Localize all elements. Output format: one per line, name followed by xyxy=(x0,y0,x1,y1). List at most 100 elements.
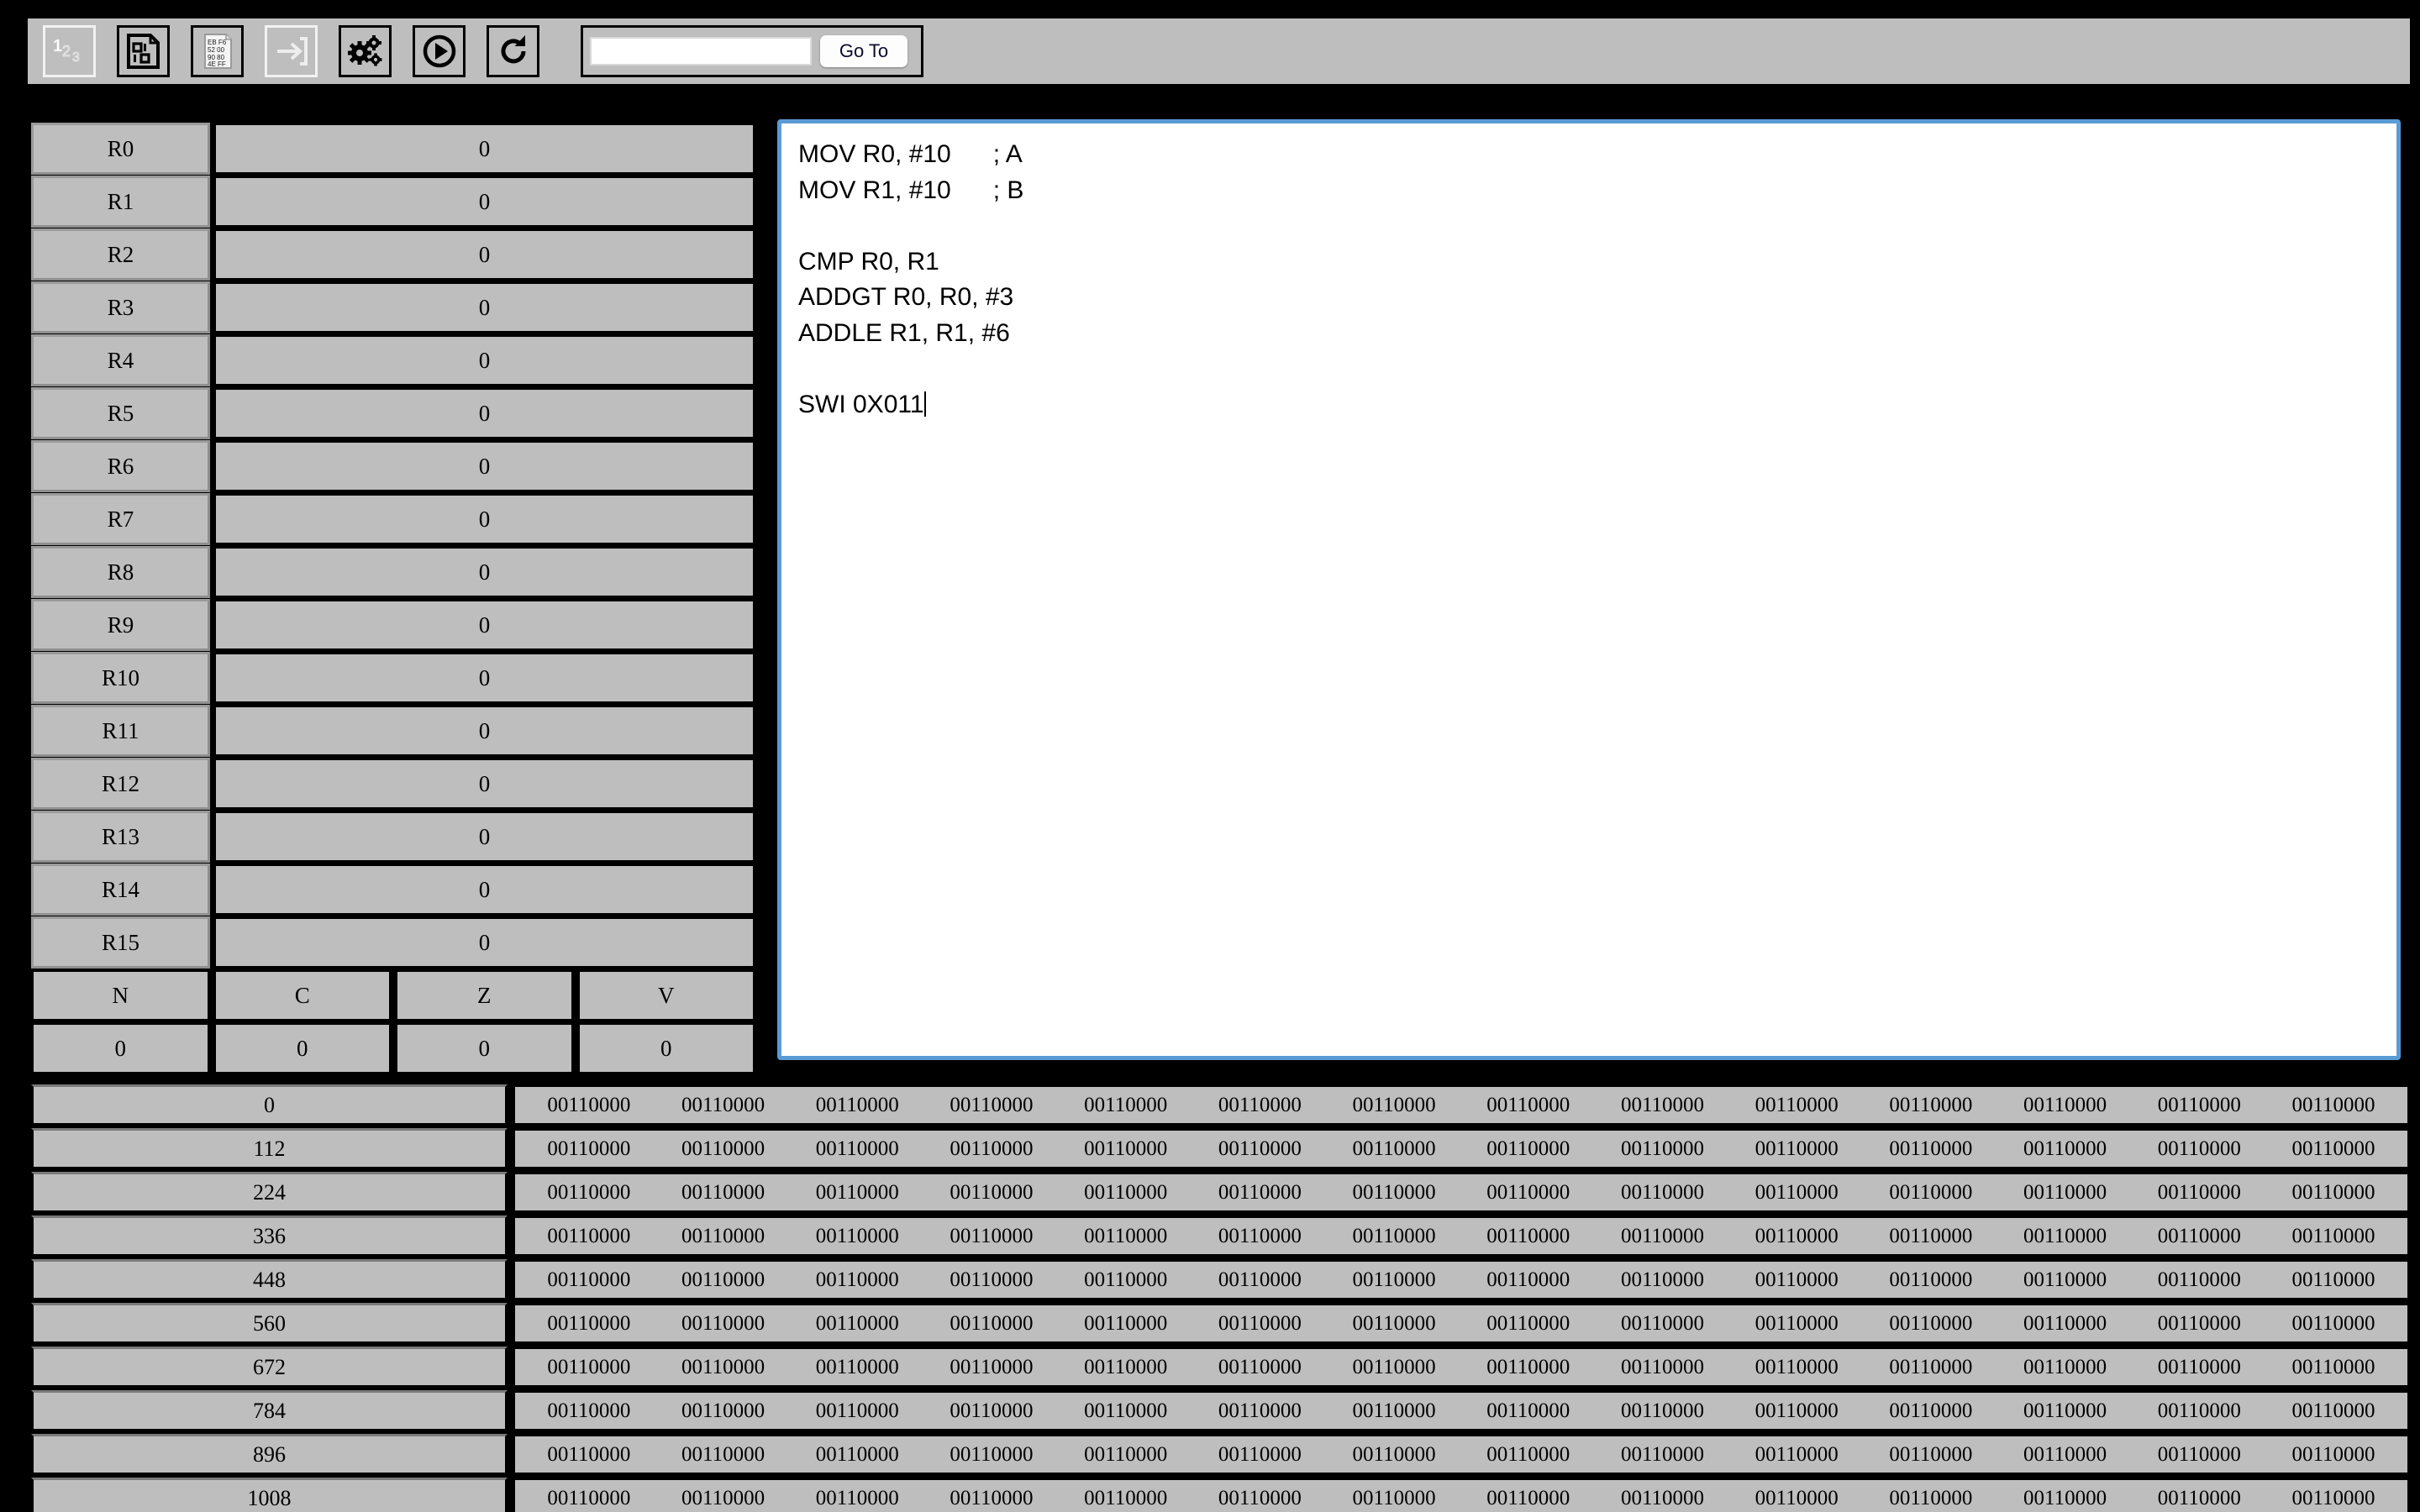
memory-word[interactable]: 00110000 xyxy=(1889,1487,1972,1510)
register-value-r12[interactable]: 0 xyxy=(213,758,755,810)
memory-word[interactable]: 00110000 xyxy=(1889,1181,1972,1205)
memory-address-cell[interactable]: 448 xyxy=(31,1259,508,1300)
memory-word[interactable]: 00110000 xyxy=(681,1312,765,1336)
memory-word[interactable]: 00110000 xyxy=(1218,1137,1302,1161)
memory-word[interactable]: 00110000 xyxy=(1218,1399,1302,1423)
memory-word[interactable]: 00110000 xyxy=(1486,1094,1570,1117)
memory-word[interactable]: 00110000 xyxy=(2291,1356,2375,1379)
memory-word[interactable]: 00110000 xyxy=(1889,1094,1972,1117)
memory-word[interactable]: 00110000 xyxy=(816,1137,899,1161)
memory-word[interactable]: 00110000 xyxy=(2023,1399,2107,1423)
memory-word[interactable]: 00110000 xyxy=(1621,1487,1704,1510)
memory-word[interactable]: 00110000 xyxy=(547,1268,630,1292)
memory-word[interactable]: 00110000 xyxy=(816,1094,899,1117)
memory-word[interactable]: 00110000 xyxy=(2158,1137,2241,1161)
memory-word[interactable]: 00110000 xyxy=(1889,1443,1972,1467)
memory-word[interactable]: 00110000 xyxy=(1486,1487,1570,1510)
memory-table[interactable]: 0 00110000 00110000 00110000 00110000 0011000… xyxy=(28,1082,2410,1512)
memory-word[interactable]: 00110000 xyxy=(2291,1225,2375,1248)
memory-word[interactable]: 00110000 xyxy=(1353,1356,1436,1379)
memory-data-cell[interactable]: 00110000 00110000 00110000 00110000 00110000… xyxy=(513,1478,2410,1512)
memory-word[interactable]: 00110000 xyxy=(1486,1399,1570,1423)
memory-word[interactable]: 00110000 xyxy=(2291,1181,2375,1205)
memory-word[interactable]: 00110000 xyxy=(1755,1312,1839,1336)
memory-word[interactable]: 00110000 xyxy=(1084,1268,1167,1292)
memory-word[interactable]: 00110000 xyxy=(2158,1312,2241,1336)
memory-address-cell[interactable]: 672 xyxy=(31,1347,508,1388)
memory-word[interactable]: 00110000 xyxy=(1755,1356,1839,1379)
memory-word[interactable]: 00110000 xyxy=(2291,1443,2375,1467)
register-value-r4[interactable]: 0 xyxy=(213,334,755,386)
memory-word[interactable]: 00110000 xyxy=(2158,1094,2241,1117)
memory-data-cell[interactable]: 00110000 00110000 00110000 00110000 00110000… xyxy=(513,1303,2410,1344)
memory-data-cell[interactable]: 00110000 00110000 00110000 00110000 00110000… xyxy=(513,1128,2410,1169)
memory-word[interactable]: 00110000 xyxy=(816,1268,899,1292)
memory-word[interactable]: 00110000 xyxy=(2023,1356,2107,1379)
memory-word[interactable]: 00110000 xyxy=(1084,1137,1167,1161)
memory-word[interactable]: 00110000 xyxy=(1621,1312,1704,1336)
memory-word[interactable]: 00110000 xyxy=(1084,1225,1167,1248)
memory-data-cell[interactable]: 00110000 00110000 00110000 00110000 00110000… xyxy=(513,1347,2410,1388)
memory-word[interactable]: 00110000 xyxy=(1218,1487,1302,1510)
memory-word[interactable]: 00110000 xyxy=(2291,1094,2375,1117)
memory-word[interactable]: 00110000 xyxy=(681,1443,765,1467)
memory-word[interactable]: 00110000 xyxy=(1084,1443,1167,1467)
memory-word[interactable]: 00110000 xyxy=(681,1356,765,1379)
memory-word[interactable]: 00110000 xyxy=(1084,1487,1167,1510)
register-value-r11[interactable]: 0 xyxy=(213,705,755,757)
memory-address-cell[interactable]: 336 xyxy=(31,1215,508,1257)
memory-word[interactable]: 00110000 xyxy=(1621,1356,1704,1379)
memory-word[interactable]: 00110000 xyxy=(2158,1487,2241,1510)
memory-word[interactable]: 00110000 xyxy=(547,1181,630,1205)
memory-word[interactable]: 00110000 xyxy=(1353,1487,1436,1510)
register-value-r13[interactable]: 0 xyxy=(213,811,755,863)
memory-word[interactable]: 00110000 xyxy=(2158,1225,2241,1248)
memory-word[interactable]: 00110000 xyxy=(1621,1181,1704,1205)
memory-word[interactable]: 00110000 xyxy=(816,1443,899,1467)
memory-word[interactable]: 00110000 xyxy=(2158,1181,2241,1205)
memory-word[interactable]: 00110000 xyxy=(547,1094,630,1117)
memory-address-cell[interactable]: 224 xyxy=(31,1172,508,1213)
memory-word[interactable]: 00110000 xyxy=(1621,1399,1704,1423)
memory-word[interactable]: 00110000 xyxy=(1084,1399,1167,1423)
memory-word[interactable]: 00110000 xyxy=(816,1181,899,1205)
memory-word[interactable]: 00110000 xyxy=(816,1356,899,1379)
memory-word[interactable]: 00110000 xyxy=(547,1225,630,1248)
memory-word[interactable]: 00110000 xyxy=(547,1137,630,1161)
memory-word[interactable]: 00110000 xyxy=(1621,1094,1704,1117)
memory-word[interactable]: 00110000 xyxy=(1486,1268,1570,1292)
memory-word[interactable]: 00110000 xyxy=(681,1399,765,1423)
memory-address-cell[interactable]: 560 xyxy=(31,1303,508,1344)
memory-word[interactable]: 00110000 xyxy=(2023,1268,2107,1292)
goto-input[interactable] xyxy=(590,37,812,66)
memory-word[interactable]: 00110000 xyxy=(1084,1094,1167,1117)
memory-word[interactable]: 00110000 xyxy=(950,1094,1033,1117)
memory-address-cell[interactable]: 112 xyxy=(31,1128,508,1169)
memory-word[interactable]: 00110000 xyxy=(681,1137,765,1161)
memory-word[interactable]: 00110000 xyxy=(2291,1487,2375,1510)
memory-word[interactable]: 00110000 xyxy=(950,1443,1033,1467)
register-value-r1[interactable]: 0 xyxy=(213,176,755,228)
memory-word[interactable]: 00110000 xyxy=(2023,1137,2107,1161)
memory-word[interactable]: 00110000 xyxy=(1889,1225,1972,1248)
memory-word[interactable]: 00110000 xyxy=(1353,1137,1436,1161)
memory-word[interactable]: 00110000 xyxy=(2291,1399,2375,1423)
register-value-r5[interactable]: 0 xyxy=(213,387,755,439)
memory-word[interactable]: 00110000 xyxy=(1755,1137,1839,1161)
memory-word[interactable]: 00110000 xyxy=(1486,1443,1570,1467)
memory-address-cell[interactable]: 896 xyxy=(31,1434,508,1475)
register-value-r10[interactable]: 0 xyxy=(213,652,755,704)
step-into-icon[interactable] xyxy=(265,25,318,77)
settings-gears-icon[interactable] xyxy=(339,25,392,77)
memory-word[interactable]: 00110000 xyxy=(1218,1181,1302,1205)
memory-address-cell[interactable]: 784 xyxy=(31,1390,508,1431)
assembly-code-editor[interactable]: MOV R0, #10 ; A MOV R1, #10 ; B CMP R0, … xyxy=(781,123,2396,1056)
memory-data-cell[interactable]: 00110000 00110000 00110000 00110000 00110000… xyxy=(513,1390,2410,1431)
memory-word[interactable]: 00110000 xyxy=(1486,1225,1570,1248)
memory-word[interactable]: 00110000 xyxy=(1755,1487,1839,1510)
memory-word[interactable]: 00110000 xyxy=(547,1312,630,1336)
run-play-icon[interactable] xyxy=(413,25,466,77)
memory-word[interactable]: 00110000 xyxy=(681,1094,765,1117)
memory-word[interactable]: 00110000 xyxy=(2158,1399,2241,1423)
memory-word[interactable]: 00110000 xyxy=(816,1399,899,1423)
